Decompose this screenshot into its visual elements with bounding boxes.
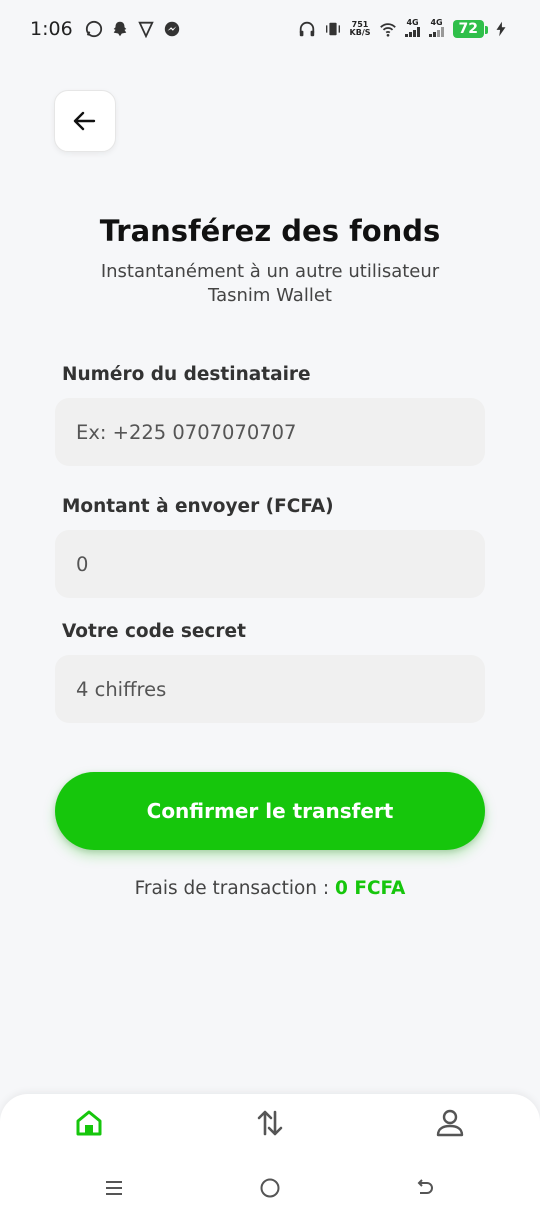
secret-code-input[interactable] [55, 655, 485, 723]
status-left: 1:06 [30, 18, 181, 40]
headphones-icon [299, 21, 314, 37]
system-back-button[interactable] [410, 1176, 440, 1200]
page-subtitle: Instantanément à un autre utilisateur Ta… [100, 261, 440, 306]
messenger-icon [164, 21, 179, 37]
recipient-label: Numéro du destinataire [62, 364, 311, 385]
secret-code-label: Votre code secret [62, 621, 246, 642]
signal-bars-icon [428, 27, 444, 37]
circle-home-icon [260, 1178, 280, 1198]
charging-icon [496, 21, 506, 37]
battery-indicator: 72 [452, 20, 489, 38]
page-title: Transférez des fonds [99, 214, 441, 248]
recipient-input[interactable] [55, 398, 485, 466]
signal-2-label: 4G [430, 18, 443, 27]
nav-home[interactable] [72, 1106, 106, 1140]
menu-icon [106, 1181, 122, 1195]
home-icon [76, 1110, 102, 1136]
wifi-icon [379, 23, 396, 37]
confirm-transfer-button[interactable]: Confirmer le transfert [55, 772, 485, 850]
signal-bars-icon [404, 27, 420, 37]
user-icon [436, 1109, 464, 1137]
back-button[interactable] [54, 90, 116, 152]
network-speed: 751 KB/S [350, 21, 371, 37]
status-right: 751 KB/S 4G 4G 72 [298, 19, 510, 39]
transfer-arrows-icon [257, 1110, 283, 1136]
fees-amount: 0 FCFA [335, 878, 406, 899]
arrow-left-icon [73, 111, 96, 131]
system-menu-button[interactable] [99, 1176, 129, 1200]
signal-2: 4G [428, 18, 445, 39]
bottom-navigation [0, 1094, 540, 1218]
snapchat-icon [113, 21, 126, 37]
vibrate-icon [325, 22, 340, 36]
signal-1-label: 4G [406, 18, 419, 27]
net-speed-unit: KB/S [349, 28, 371, 37]
signal-1: 4G [404, 18, 421, 39]
status-time: 1:06 [30, 18, 73, 40]
status-bar: 1:06 751 KB/S 4G 4G 72 [0, 0, 540, 58]
nav-profile[interactable] [433, 1106, 467, 1140]
amount-input[interactable] [55, 530, 485, 598]
whatsapp-icon [85, 20, 102, 38]
system-home-button[interactable] [255, 1176, 285, 1200]
vpn-shield-icon [137, 21, 154, 38]
transaction-fees: Frais de transaction : 0 FCFA [0, 878, 540, 899]
amount-label: Montant à envoyer (FCFA) [62, 496, 334, 517]
fees-label: Frais de transaction : [134, 878, 330, 899]
nav-transfer[interactable] [253, 1106, 287, 1140]
return-icon [417, 1179, 433, 1194]
